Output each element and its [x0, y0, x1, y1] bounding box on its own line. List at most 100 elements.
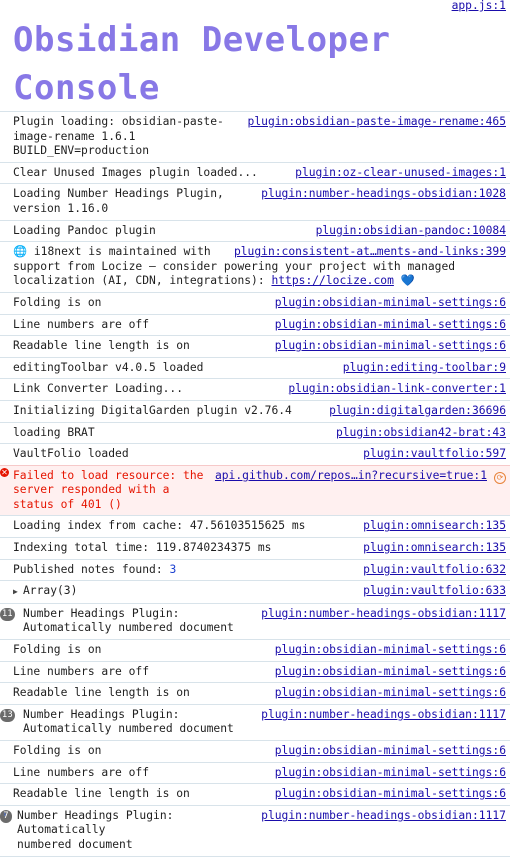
log-message: VaultFolio loaded [13, 447, 129, 461]
log-source-link[interactable]: plugin:obsidian-minimal-settings:6 [275, 643, 506, 658]
log-message: ▶ Array(3) [13, 584, 83, 600]
log-message: Initializing DigitalGarden plugin v2.76.… [13, 403, 292, 417]
log-row: Line numbers are off plugin:obsidian-min… [0, 761, 510, 784]
log-message: Folding is on [13, 295, 102, 309]
log-message: Line numbers are off [13, 317, 150, 331]
log-message: Readable line length is on [13, 339, 190, 353]
log-row: Line numbers are off plugin:obsidian-min… [0, 660, 510, 683]
array-preview[interactable]: Array(3) [23, 584, 77, 597]
log-row: Readable line length is on plugin:obsidi… [0, 783, 510, 805]
log-source-link[interactable]: plugin:omnisearch:135 [363, 541, 506, 556]
log-row: Readable line length is on plugin:obsidi… [0, 682, 510, 704]
expand-caret-icon[interactable]: ▶ [13, 585, 23, 600]
log-row: Plugin loading: obsidian-paste- image-re… [0, 111, 510, 162]
log-source-link[interactable]: plugin:consistent-at…ments-and-links:399 [234, 245, 506, 260]
log-message: Loading Pandoc plugin [13, 223, 156, 237]
log-message-part: i18next is maintained with [27, 245, 211, 259]
log-row: Readable line length is on plugin:obsidi… [0, 335, 510, 357]
log-source-link[interactable]: plugin:obsidian-minimal-settings:6 [275, 744, 506, 759]
log-row: Initializing DigitalGarden plugin v2.76.… [0, 399, 510, 422]
log-row: VaultFolio loaded plugin:vaultfolio:597 [0, 443, 510, 465]
log-message: Folding is on [13, 643, 102, 657]
log-source-link[interactable]: plugin:number-headings-obsidian:1028 [261, 187, 506, 202]
log-source-link[interactable]: plugin:obsidian-pandoc:10084 [316, 224, 506, 239]
page-title: Obsidian Developer Console [13, 20, 391, 108]
log-source-link[interactable]: plugin:obsidian-minimal-settings:6 [275, 339, 506, 354]
log-row: Clear Unused Images plugin loaded... plu… [0, 161, 510, 184]
log-row-object[interactable]: ▶ Array(3) plugin:vaultfolio:633 [0, 580, 510, 603]
log-message: Loading Number Headings Plugin, version … [13, 187, 224, 215]
log-message: Plugin loading: obsidian-paste- image-re… [13, 115, 224, 158]
log-source-link[interactable]: plugin:obsidian-link-converter:1 [288, 382, 506, 397]
log-message: Number Headings Plugin: Automatically nu… [23, 707, 234, 736]
log-message-continued: support from Locize — consider powering … [13, 260, 455, 288]
globe-icon: 🌐 [13, 245, 28, 259]
log-message: Failed to load resource: the server resp… [13, 468, 204, 511]
log-source-link[interactable]: plugin:obsidian-minimal-settings:6 [275, 787, 506, 802]
log-message: Readable line length is on [13, 787, 190, 801]
log-row: Line numbers are off plugin:obsidian-min… [0, 313, 510, 336]
log-message: 🌐 i18next is maintained with [13, 245, 217, 260]
log-row-grouped: 13 Number Headings Plugin: Automatically… [0, 703, 510, 740]
log-row: Loading index from cache: 47.56103515625… [0, 515, 510, 537]
source-link-app-js[interactable]: app.js:1 [452, 0, 506, 12]
log-source-link[interactable]: plugin:obsidian-minimal-settings:6 [275, 686, 506, 701]
log-message: Indexing total time: 119.8740234375 ms [13, 541, 272, 555]
log-row: Loading Number Headings Plugin, version … [0, 183, 510, 219]
log-row: Loading Pandoc plugin plugin:obsidian-pa… [0, 219, 510, 242]
log-message: loading BRAT [13, 425, 95, 439]
log-message: Loading index from cache: 47.56103515625… [13, 519, 306, 533]
repeat-count-badge: 13 [0, 708, 15, 722]
repeat-count-badge: 11 [0, 607, 15, 621]
error-icon: ✕ [0, 467, 9, 477]
locize-link[interactable]: https://locize.com [271, 274, 393, 287]
console-prompt-icon[interactable]: › [3, 810, 7, 820]
log-row: Published notes found: 3 plugin:vaultfol… [0, 558, 510, 581]
log-message: Link Converter Loading... [13, 382, 184, 396]
log-row: Folding is on plugin:obsidian-minimal-se… [0, 740, 510, 762]
log-source-link[interactable]: plugin:obsidian42-brat:43 [336, 426, 506, 441]
log-source-link[interactable]: plugin:obsidian-minimal-settings:6 [275, 766, 506, 781]
console-log-list: Plugin loading: obsidian-paste- image-re… [0, 111, 510, 857]
log-source-link[interactable]: plugin:number-headings-obsidian:1117 [261, 809, 506, 824]
network-panel-icon[interactable]: ⟳ [494, 471, 506, 484]
log-source-link[interactable]: plugin:omnisearch:135 [363, 519, 506, 534]
log-source-link[interactable]: plugin:number-headings-obsidian:1117 [261, 607, 506, 622]
log-row-error: ✕ Failed to load resource: the server re… [0, 464, 510, 516]
log-message: Folding is on [13, 744, 102, 757]
log-message: Clear Unused Images plugin loaded... [13, 165, 258, 179]
log-row-grouped: 7 Number Headings Plugin: Automatically … [0, 804, 510, 856]
log-row: Folding is on plugin:obsidian-minimal-se… [0, 639, 510, 661]
log-source-link[interactable]: plugin:number-headings-obsidian:1117 [261, 708, 506, 723]
error-source: api.github.com/repos…in?recursive=true:1… [215, 469, 506, 484]
log-source-link[interactable]: plugin:digitalgarden:36696 [329, 404, 506, 419]
log-message: Line numbers are off [13, 765, 150, 779]
log-number-value: 3 [169, 562, 177, 576]
log-source-link[interactable]: plugin:obsidian-minimal-settings:6 [275, 665, 506, 680]
log-row: editingToolbar v4.0.5 loaded plugin:edit… [0, 356, 510, 379]
log-message: Number Headings Plugin: Automatically nu… [17, 808, 174, 851]
log-row: Link Converter Loading... plugin:obsidia… [0, 378, 510, 400]
log-source-link[interactable]: plugin:oz-clear-unused-images:1 [295, 166, 506, 181]
log-row: Indexing total time: 119.8740234375 ms p… [0, 537, 510, 559]
log-row-grouped: 11 Number Headings Plugin: Automatically… [0, 602, 510, 639]
log-source-link[interactable]: plugin:editing-toolbar:9 [343, 361, 506, 376]
log-source-link[interactable]: plugin:vaultfolio:597 [363, 447, 506, 462]
log-source-link[interactable]: plugin:vaultfolio:632 [363, 563, 506, 578]
log-message-part: Published notes found: [13, 562, 170, 576]
log-source-link[interactable]: api.github.com/repos…in?recursive=true:1 [215, 469, 487, 482]
log-source-link[interactable]: plugin:obsidian-minimal-settings:6 [275, 296, 506, 311]
log-row: 🌐 i18next is maintained with plugin:cons… [0, 241, 510, 292]
log-source-link[interactable]: plugin:obsidian-paste-image-rename:465 [248, 115, 506, 130]
log-row: loading BRAT plugin:obsidian42-brat:43 [0, 421, 510, 444]
log-source-link[interactable]: plugin:vaultfolio:633 [363, 584, 506, 599]
log-message: Readable line length is on [13, 686, 190, 700]
log-message: editingToolbar v4.0.5 loaded [13, 360, 204, 374]
log-list-end-divider [0, 855, 510, 857]
log-source-link[interactable]: plugin:obsidian-minimal-settings:6 [275, 318, 506, 333]
log-message: Published notes found: 3 [13, 563, 182, 578]
log-message: Number Headings Plugin: Automatically nu… [23, 606, 234, 635]
log-message: Line numbers are off [13, 664, 150, 678]
heart-icon: 💙 [400, 274, 415, 288]
log-row: Folding is on plugin:obsidian-minimal-se… [0, 291, 510, 314]
